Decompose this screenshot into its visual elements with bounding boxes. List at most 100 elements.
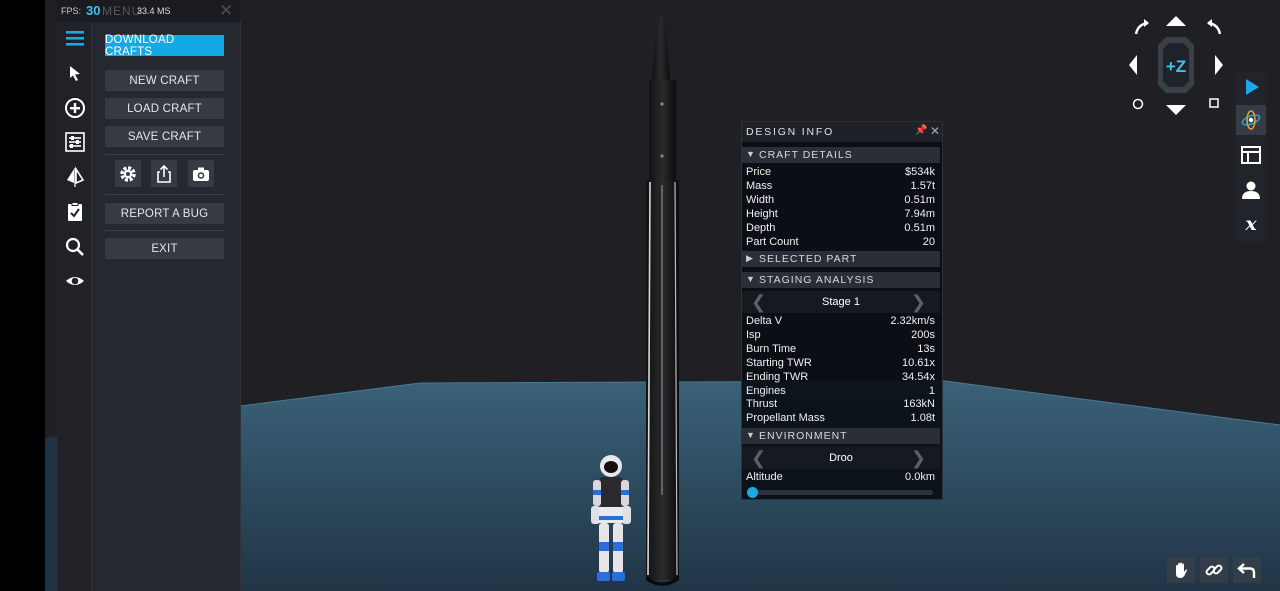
layout-button[interactable] — [1236, 140, 1266, 170]
altitude-row: Altitude 0.0km — [746, 471, 935, 483]
symmetry-icon[interactable] — [61, 164, 89, 190]
altitude-slider-handle[interactable] — [747, 487, 758, 498]
stat-label: Ending TWR — [746, 370, 809, 383]
stat-label: Propellant Mass — [746, 412, 825, 425]
new-craft-button[interactable]: NEW CRAFT — [105, 70, 224, 91]
expanded-arrow-icon: ▼ — [746, 274, 756, 284]
design-info-title: DESIGN INFO — [746, 126, 835, 138]
stat-value: 34.54x — [901, 370, 935, 383]
play-icon — [1246, 79, 1259, 95]
next-stage-button[interactable]: ❯ — [911, 292, 926, 313]
staging-analysis-header[interactable]: ▼ STAGING ANALYSIS — [742, 272, 940, 288]
stat-value: 13s — [917, 342, 935, 355]
share-icon — [157, 164, 171, 183]
stat-label: Height — [746, 207, 778, 220]
load-craft-button[interactable]: LOAD CRAFT — [105, 98, 224, 119]
altitude-slider[interactable] — [747, 487, 933, 498]
perspective-view-icon[interactable] — [1132, 98, 1144, 110]
camera-icon — [193, 167, 209, 181]
pan-up-arrow-icon[interactable] — [1166, 16, 1186, 26]
hand-pan-icon — [1176, 562, 1188, 578]
stat-label: Part Count — [746, 235, 799, 248]
stat-value: 1 — [928, 384, 935, 397]
select-cursor-icon[interactable] — [61, 60, 89, 86]
close-menu-button[interactable]: ✕ — [219, 1, 233, 21]
svg-text:x: x — [1244, 213, 1257, 235]
rotate-right-icon[interactable] — [1207, 19, 1222, 35]
report-bug-button[interactable]: REPORT A BUG — [105, 203, 224, 224]
design-info-header[interactable]: DESIGN INFO 📌 ✕ — [742, 122, 942, 142]
link-icon — [1205, 564, 1223, 576]
view-icon[interactable] — [61, 268, 89, 294]
stat-value: 163kN — [903, 398, 935, 411]
stat-label: Burn Time — [746, 342, 797, 355]
menu-ghost-text: MENU — [102, 4, 142, 18]
crew-button[interactable] — [1236, 175, 1266, 205]
pan-right-arrow-icon[interactable] — [1215, 55, 1223, 75]
attach-link-button[interactable] — [1200, 557, 1228, 583]
stat-label: Depth — [746, 221, 776, 234]
stat-value: 2.32km/s — [890, 315, 935, 327]
orthographic-view-icon[interactable] — [1209, 98, 1219, 108]
stat-row: Delta V 2.32km/s — [746, 315, 935, 329]
stat-label: Thrust — [746, 398, 778, 411]
undo-icon — [1237, 563, 1256, 578]
stat-label: Width — [746, 193, 775, 206]
selected-part-header[interactable]: ▶ SELECTED PART — [742, 251, 940, 267]
fps-value: 30 — [86, 3, 101, 18]
stat-value: 7.94m — [904, 207, 935, 220]
add-part-icon[interactable] — [61, 95, 89, 121]
stat-row: Width 0.51m — [746, 194, 935, 208]
stat-label: Mass — [746, 179, 773, 192]
camera-navigation-widget: +Z — [1129, 16, 1223, 115]
properties-icon[interactable] — [61, 129, 89, 155]
stat-row: Burn Time 13s — [746, 343, 935, 357]
stat-value: 10.61x — [901, 356, 935, 369]
gear-icon — [120, 165, 136, 182]
camera-axis-label: +Z — [1166, 57, 1186, 76]
menu-divider — [105, 230, 224, 231]
stat-row: Propellant Mass 1.08t — [746, 412, 935, 426]
menu-divider — [105, 154, 224, 155]
screenshot-button[interactable] — [188, 160, 214, 187]
next-planet-button[interactable]: ❯ — [911, 448, 926, 469]
orbit-view-button[interactable] — [1236, 105, 1266, 135]
pan-hand-button[interactable] — [1167, 557, 1195, 583]
settings-button[interactable] — [115, 160, 141, 187]
stat-value: 0.51m — [904, 193, 935, 206]
stat-row: Ending TWR 34.54x — [746, 371, 935, 385]
pan-down-arrow-icon[interactable] — [1166, 105, 1186, 115]
stat-value: 200s — [911, 328, 935, 341]
checklist-icon[interactable] — [61, 199, 89, 225]
fps-bar: FPS: MENU 30 33.4 MS ✕ — [57, 0, 240, 23]
frame-time: 33.4 MS — [137, 6, 171, 16]
stat-row: Mass 1.57t — [746, 180, 935, 194]
stat-label: Price — [746, 166, 772, 178]
stat-value: 1.08t — [910, 412, 935, 425]
stat-label: Delta V — [746, 315, 783, 327]
stat-row: Depth 0.51m — [746, 222, 935, 236]
undo-button[interactable] — [1233, 557, 1261, 583]
stat-value: 1.57t — [910, 179, 935, 192]
crew-icon — [1242, 181, 1260, 199]
save-craft-button[interactable]: SAVE CRAFT — [105, 126, 224, 147]
variables-icon: x — [1244, 213, 1257, 235]
design-info-panel: DESIGN INFO 📌 ✕ ▼ CRAFT DETAILS Price $53… — [741, 121, 943, 500]
environment-header[interactable]: ▼ ENVIRONMENT — [742, 428, 940, 444]
stat-value: $534k — [905, 166, 935, 178]
close-panel-button[interactable]: ✕ — [930, 124, 940, 138]
variables-button[interactable]: x — [1236, 209, 1266, 239]
pin-icon[interactable]: 📌 — [915, 125, 927, 136]
rotate-left-icon[interactable] — [1134, 19, 1149, 35]
download-crafts-button[interactable]: DOWNLOAD CRAFTS — [105, 34, 224, 58]
rocket-craft[interactable] — [640, 10, 685, 590]
hamburger-menu-icon[interactable] — [61, 25, 89, 51]
launch-button[interactable] — [1236, 72, 1266, 102]
stat-row: Engines 1 — [746, 385, 935, 399]
exit-button[interactable]: EXIT — [105, 238, 224, 259]
stat-row: Thrust 163kN — [746, 398, 935, 412]
craft-details-header[interactable]: ▼ CRAFT DETAILS — [742, 147, 940, 163]
share-button[interactable] — [151, 160, 177, 187]
layout-icon — [1241, 146, 1261, 164]
search-icon[interactable] — [61, 234, 89, 260]
